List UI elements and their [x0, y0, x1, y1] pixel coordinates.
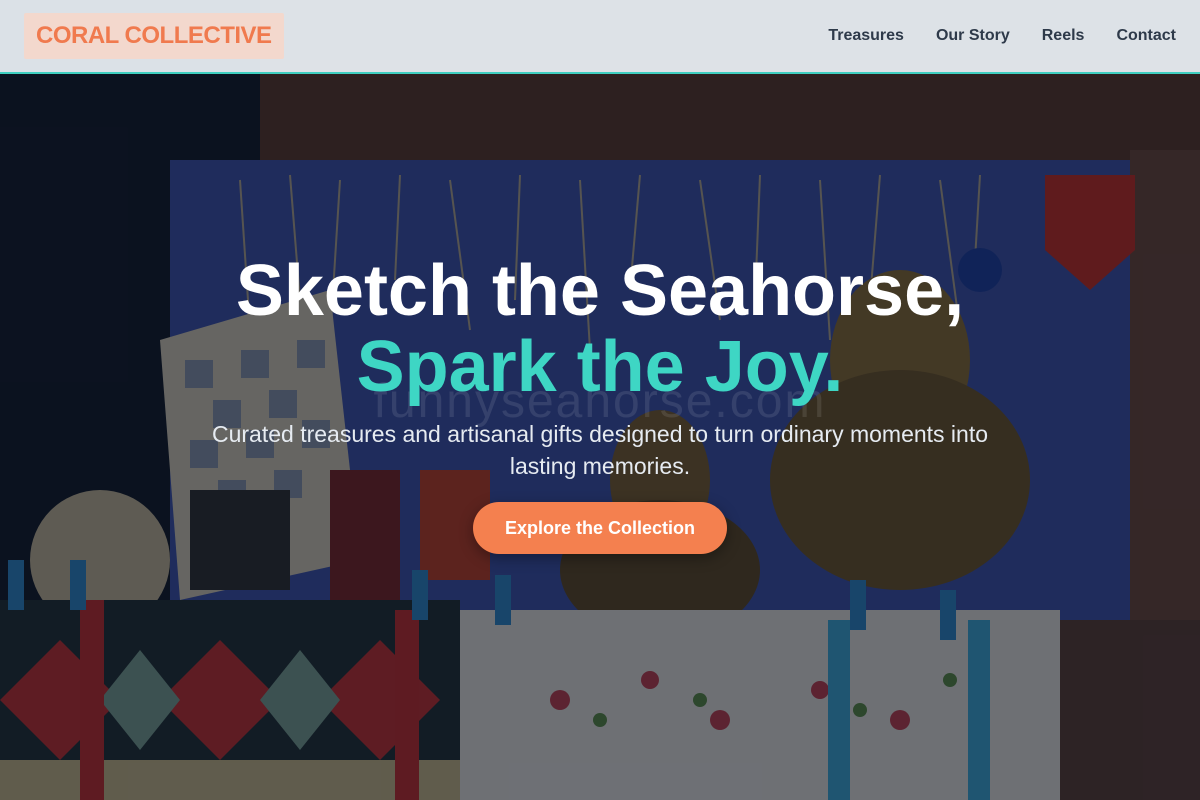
brand-logo[interactable]: CORAL COLLECTIVE — [24, 13, 284, 59]
hero-headline-accent: Spark the Joy. — [356, 327, 844, 407]
nav-link-reels[interactable]: Reels — [1042, 27, 1085, 45]
hero-content: funnyseahorse.com Sketch the Seahorse, S… — [0, 0, 1200, 800]
site-header: CORAL COLLECTIVE Treasures Our Story Ree… — [0, 0, 1200, 74]
hero-subtitle: Curated treasures and artisanal gifts de… — [211, 421, 989, 479]
nav-link-our-story[interactable]: Our Story — [936, 27, 1010, 45]
main-nav: Treasures Our Story Reels Contact — [828, 27, 1176, 45]
hero-headline: Sketch the Seahorse, — [235, 251, 965, 331]
explore-collection-button[interactable]: Explore the Collection — [473, 502, 727, 554]
nav-link-treasures[interactable]: Treasures — [828, 27, 904, 45]
nav-link-contact[interactable]: Contact — [1116, 27, 1176, 45]
